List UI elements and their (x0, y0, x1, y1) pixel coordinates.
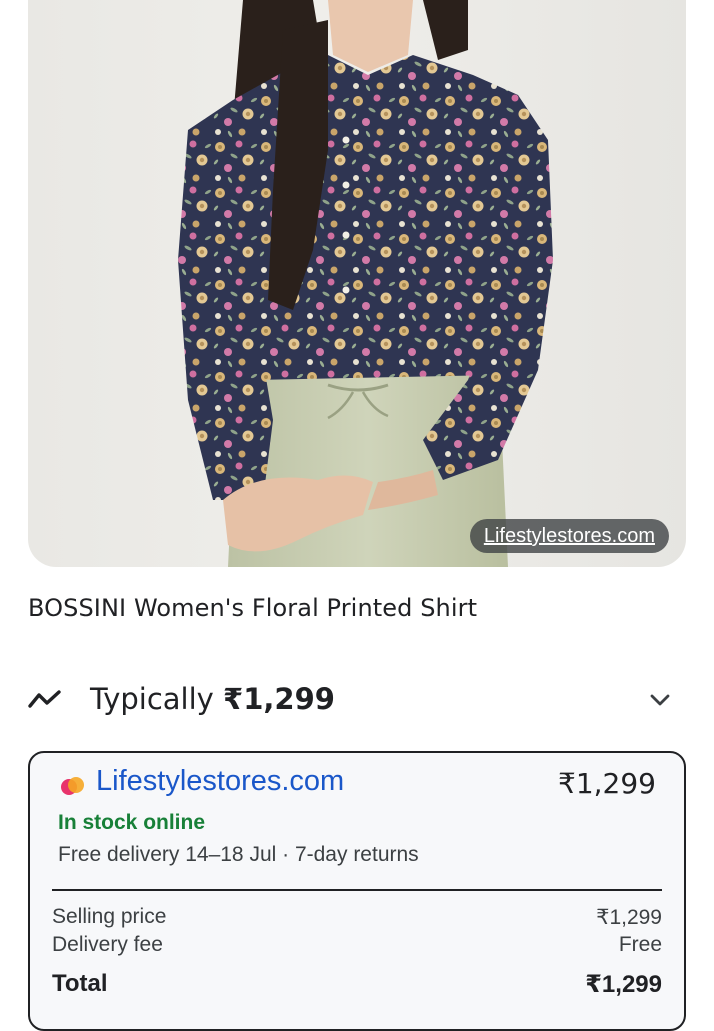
typical-price-value: ₹1,299 (223, 682, 335, 716)
card-divider (52, 889, 662, 891)
typical-label: Typically (90, 682, 214, 716)
breakdown-value: Free (618, 933, 662, 956)
delivery-fee-row: Delivery fee Free (52, 933, 662, 957)
stock-status: In stock online (58, 811, 206, 834)
offer-price: ₹1,299 (558, 767, 656, 800)
total-label: Total (52, 970, 108, 997)
delivery-info: Free delivery 14–18 Jul · 7-day returns (58, 843, 419, 866)
product-image[interactable]: Lifestylestores.com (28, 0, 686, 567)
breakdown-label: Selling price (52, 905, 167, 928)
selling-price-row: Selling price ₹1,299 (52, 905, 662, 930)
product-title: BOSSINI Women's Floral Printed Shirt (28, 594, 478, 622)
trending-icon (28, 690, 61, 708)
store-name-link[interactable]: Lifestylestores.com (96, 765, 344, 798)
typical-price-row[interactable]: Typically ₹1,299 (28, 672, 686, 726)
store-logo-icon (61, 777, 84, 795)
breakdown-value: ₹1,299 (596, 906, 662, 929)
product-photo (178, 0, 553, 567)
source-chip[interactable]: Lifestylestores.com (469, 519, 669, 553)
chevron-down-icon[interactable] (648, 688, 672, 712)
typical-price-text: Typically ₹1,299 (90, 682, 335, 716)
breakdown-label: Delivery fee (52, 933, 163, 956)
total-row: Total ₹1,299 (52, 970, 662, 999)
total-value: ₹1,299 (585, 971, 662, 998)
offer-card[interactable]: Lifestylestores.com ₹1,299 In stock onli… (28, 751, 686, 1031)
